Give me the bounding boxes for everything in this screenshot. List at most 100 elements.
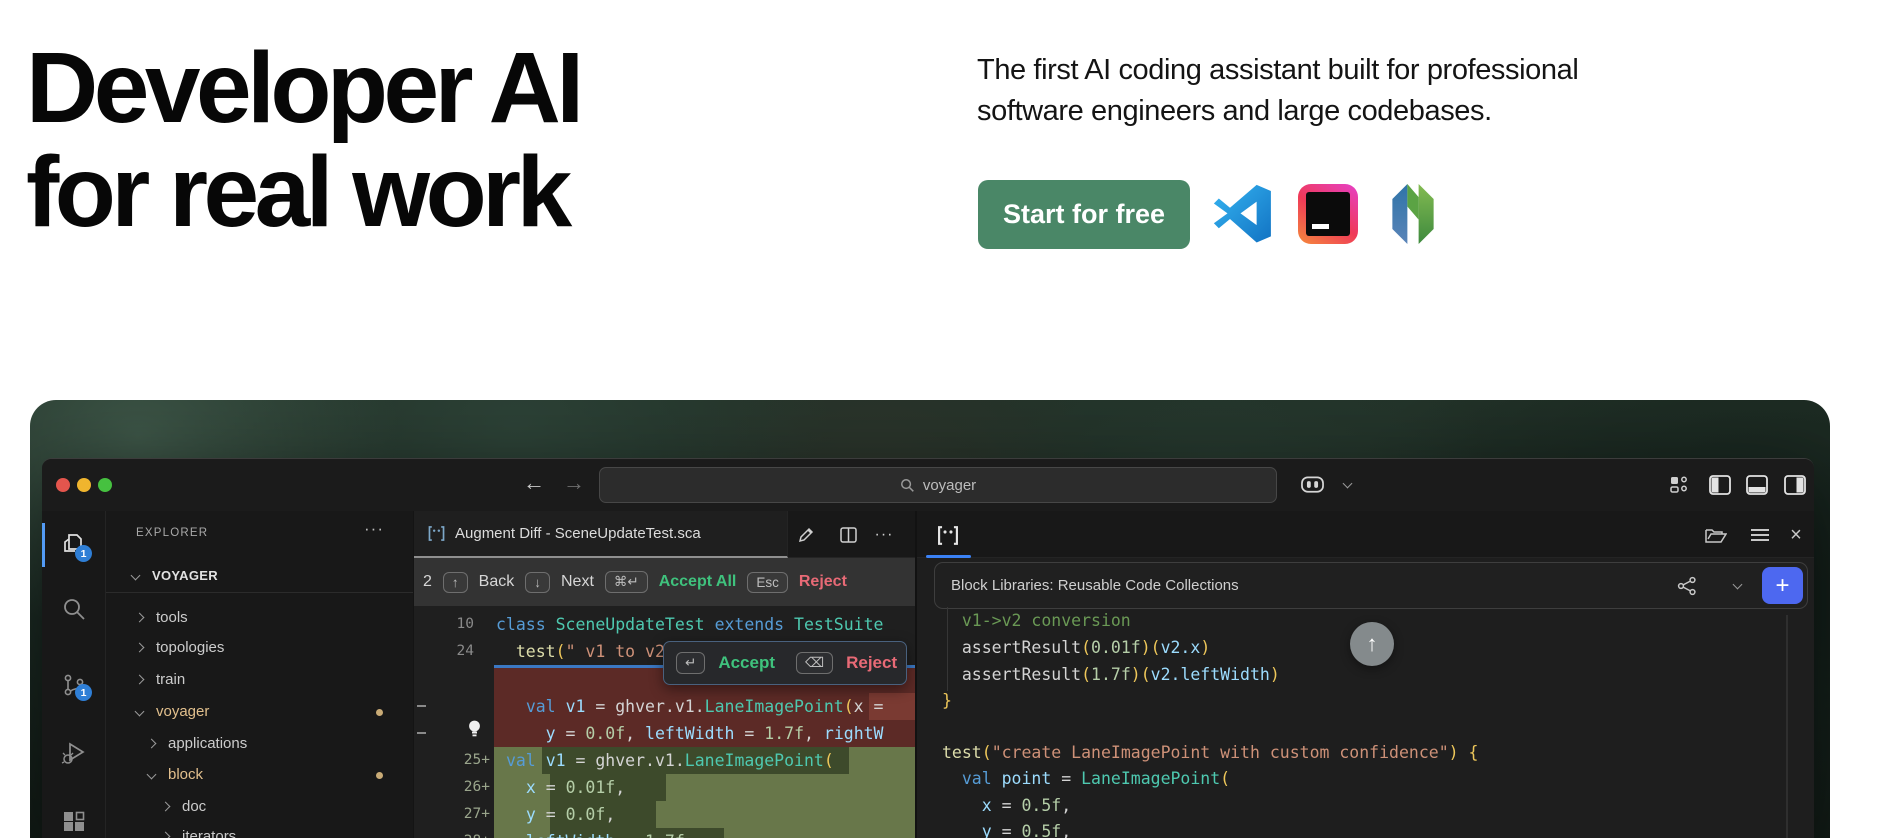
block-libraries-bar[interactable]: Block Libraries: Reusable Code Collectio… bbox=[934, 562, 1808, 609]
accept-all-button[interactable]: Accept All bbox=[659, 573, 737, 591]
menu-hamburger-icon[interactable] bbox=[1747, 522, 1773, 548]
tree-item-doc[interactable]: doc bbox=[106, 792, 413, 822]
augment-icon bbox=[938, 525, 958, 545]
deleted-line-marker bbox=[417, 705, 426, 707]
panel-code-line: assertResult(1.7f)(v2.leftWidth) bbox=[942, 665, 1280, 684]
explorer-header: EXPLORER bbox=[136, 527, 209, 539]
panel-code-line: x = 0.5f, bbox=[942, 796, 1072, 815]
code-line-deleted: y = 0.0f, leftWidth = 1.7f, rightW bbox=[545, 724, 884, 743]
augment-panel-tab[interactable] bbox=[931, 518, 965, 552]
lightbulb-icon[interactable] bbox=[466, 719, 483, 738]
tree-item-topologies[interactable]: topologies bbox=[106, 633, 413, 663]
customize-layout-icon[interactable] bbox=[1667, 473, 1691, 497]
panel-scrollbar[interactable] bbox=[1786, 615, 1788, 838]
tree-item-applications[interactable]: applications bbox=[106, 729, 413, 759]
inline-accept-reject-widget: ↵ Accept ⌫ Reject bbox=[663, 641, 907, 685]
jetbrains-logo-icon bbox=[1296, 182, 1360, 246]
reject-button[interactable]: Reject bbox=[846, 653, 897, 673]
modified-dot bbox=[376, 772, 383, 779]
chevron-down-icon[interactable] bbox=[1342, 478, 1353, 489]
augment-panel: × Block Libraries: Reusable Code Collect… bbox=[915, 511, 1814, 838]
vscode-logo-icon bbox=[1211, 182, 1275, 246]
tree-item-train[interactable]: train bbox=[106, 665, 413, 695]
nav-forward-icon[interactable]: → bbox=[563, 470, 585, 496]
neovim-logo-icon bbox=[1381, 182, 1445, 246]
back-button[interactable]: Back bbox=[479, 573, 515, 591]
next-button[interactable]: Next bbox=[561, 573, 594, 591]
reject-all-button[interactable]: Reject bbox=[799, 573, 847, 591]
explorer-sidebar: EXPLORER ··· VOYAGER tools topologies tr… bbox=[106, 511, 413, 838]
accept-button[interactable]: Accept bbox=[718, 653, 775, 673]
augment-diff-icon bbox=[428, 526, 445, 541]
change-counter: 2 bbox=[423, 573, 432, 590]
close-window-button[interactable] bbox=[56, 478, 70, 492]
tree-item-voyager[interactable]: voyager bbox=[106, 697, 413, 727]
tree-item-iterators[interactable]: iterators bbox=[106, 822, 413, 838]
code-line-added: 26+ x = 0.01f, bbox=[463, 778, 626, 797]
key-esc-icon: Esc bbox=[747, 571, 788, 593]
activity-bar: 1 1 bbox=[42, 511, 106, 838]
minimize-window-button[interactable] bbox=[77, 478, 91, 492]
cta-row: Start for free bbox=[978, 179, 1445, 249]
extensions-icon[interactable] bbox=[61, 810, 87, 836]
panel-code-line: y = 0.5f, bbox=[942, 822, 1072, 838]
panel-code-line: v1->v2 conversion bbox=[942, 611, 1131, 630]
diff-editor: Augment Diff - SceneUpdateTest.sca ··· 2… bbox=[413, 511, 915, 838]
page-title: Developer AI for real work bbox=[26, 36, 584, 248]
copilot-icon[interactable] bbox=[1300, 473, 1324, 497]
vscode-window: ← → voyager 1 1 EXPLORER ··· VOYAGER too… bbox=[42, 458, 1814, 838]
close-panel-icon[interactable]: × bbox=[1783, 522, 1809, 548]
share-icon[interactable] bbox=[1677, 576, 1697, 596]
code-line-deleted: val v1 = ghver.v1.LaneImagePoint(x = bbox=[525, 697, 884, 716]
title-line-2: for real work bbox=[26, 136, 572, 248]
explorer-more-actions-icon[interactable]: ··· bbox=[364, 519, 384, 539]
panel-code-line: } bbox=[942, 691, 952, 710]
key-down-icon: ↓ bbox=[525, 571, 550, 593]
toggle-sidebar-right-icon[interactable] bbox=[1783, 473, 1807, 497]
search-icon bbox=[900, 478, 914, 492]
diff-navigation-toolbar: 2 ↑ Back ↓ Next ⌘↵ Accept All Esc Reject bbox=[414, 558, 915, 606]
landing-page: Developer AI for real work The first AI … bbox=[0, 0, 1890, 838]
editor-more-actions-icon[interactable]: ··· bbox=[872, 523, 896, 547]
search-view-icon[interactable] bbox=[61, 596, 87, 622]
key-enter-icon: ↵ bbox=[676, 652, 706, 674]
tab-label: Augment Diff - SceneUpdateTest.sca bbox=[455, 525, 701, 542]
tree-item-block[interactable]: block bbox=[106, 760, 413, 790]
tab-augment-diff[interactable]: Augment Diff - SceneUpdateTest.sca bbox=[414, 511, 788, 558]
open-folder-icon[interactable] bbox=[1703, 522, 1729, 548]
explorer-view-icon[interactable]: 1 bbox=[61, 531, 92, 562]
nav-back-icon[interactable]: ← bbox=[523, 470, 545, 496]
key-backspace-icon: ⌫ bbox=[796, 652, 834, 674]
editor-tab-bar: Augment Diff - SceneUpdateTest.sca ··· bbox=[414, 511, 915, 558]
source-control-icon[interactable]: 1 bbox=[61, 672, 92, 701]
key-up-icon: ↑ bbox=[442, 571, 468, 593]
panel-code-line: assertResult(0.01f)(v2.x) bbox=[942, 638, 1211, 657]
edit-pencil-icon[interactable] bbox=[794, 523, 818, 547]
key-cmd-enter-icon: ⌘↵ bbox=[604, 571, 648, 593]
active-tab-indicator bbox=[926, 555, 971, 558]
code-line-added: 25+ val v1 = ghver.v1.LaneImagePoint( bbox=[463, 751, 834, 770]
subtitle: The first AI coding assistant built for … bbox=[977, 54, 1579, 127]
command-center-search[interactable]: voyager bbox=[599, 467, 1277, 503]
start-for-free-button[interactable]: Start for free bbox=[978, 179, 1190, 249]
chevron-down-icon bbox=[130, 570, 141, 581]
code-line-added: 28+ leftWidth = 1.7f, bbox=[414, 828, 915, 838]
workspace-section-voyager[interactable]: VOYAGER bbox=[106, 561, 413, 593]
search-value: voyager bbox=[922, 476, 977, 494]
code-line: 10 class SceneUpdateTest extends TestSuit… bbox=[456, 615, 884, 634]
active-view-indicator bbox=[42, 523, 45, 567]
add-block-library-button[interactable]: + bbox=[1762, 567, 1803, 604]
panel-code-line: test("create LaneImagePoint with custom … bbox=[942, 743, 1479, 762]
modified-dot bbox=[376, 709, 383, 716]
tree-item-tools[interactable]: tools bbox=[106, 603, 413, 633]
split-editor-icon[interactable] bbox=[836, 523, 860, 547]
product-screenshot: ← → voyager 1 1 EXPLORER ··· VOYAGER too… bbox=[30, 400, 1830, 838]
toggle-sidebar-left-icon[interactable] bbox=[1708, 473, 1732, 497]
chevron-down-icon[interactable] bbox=[1732, 579, 1743, 590]
run-debug-icon[interactable] bbox=[61, 740, 87, 766]
toggle-panel-bottom-icon[interactable] bbox=[1745, 473, 1769, 497]
deleted-line-marker bbox=[417, 732, 426, 734]
window-titlebar: ← → voyager bbox=[42, 459, 1814, 511]
zoom-window-button[interactable] bbox=[98, 478, 112, 492]
scroll-up-button[interactable]: ↑ bbox=[1350, 622, 1394, 666]
